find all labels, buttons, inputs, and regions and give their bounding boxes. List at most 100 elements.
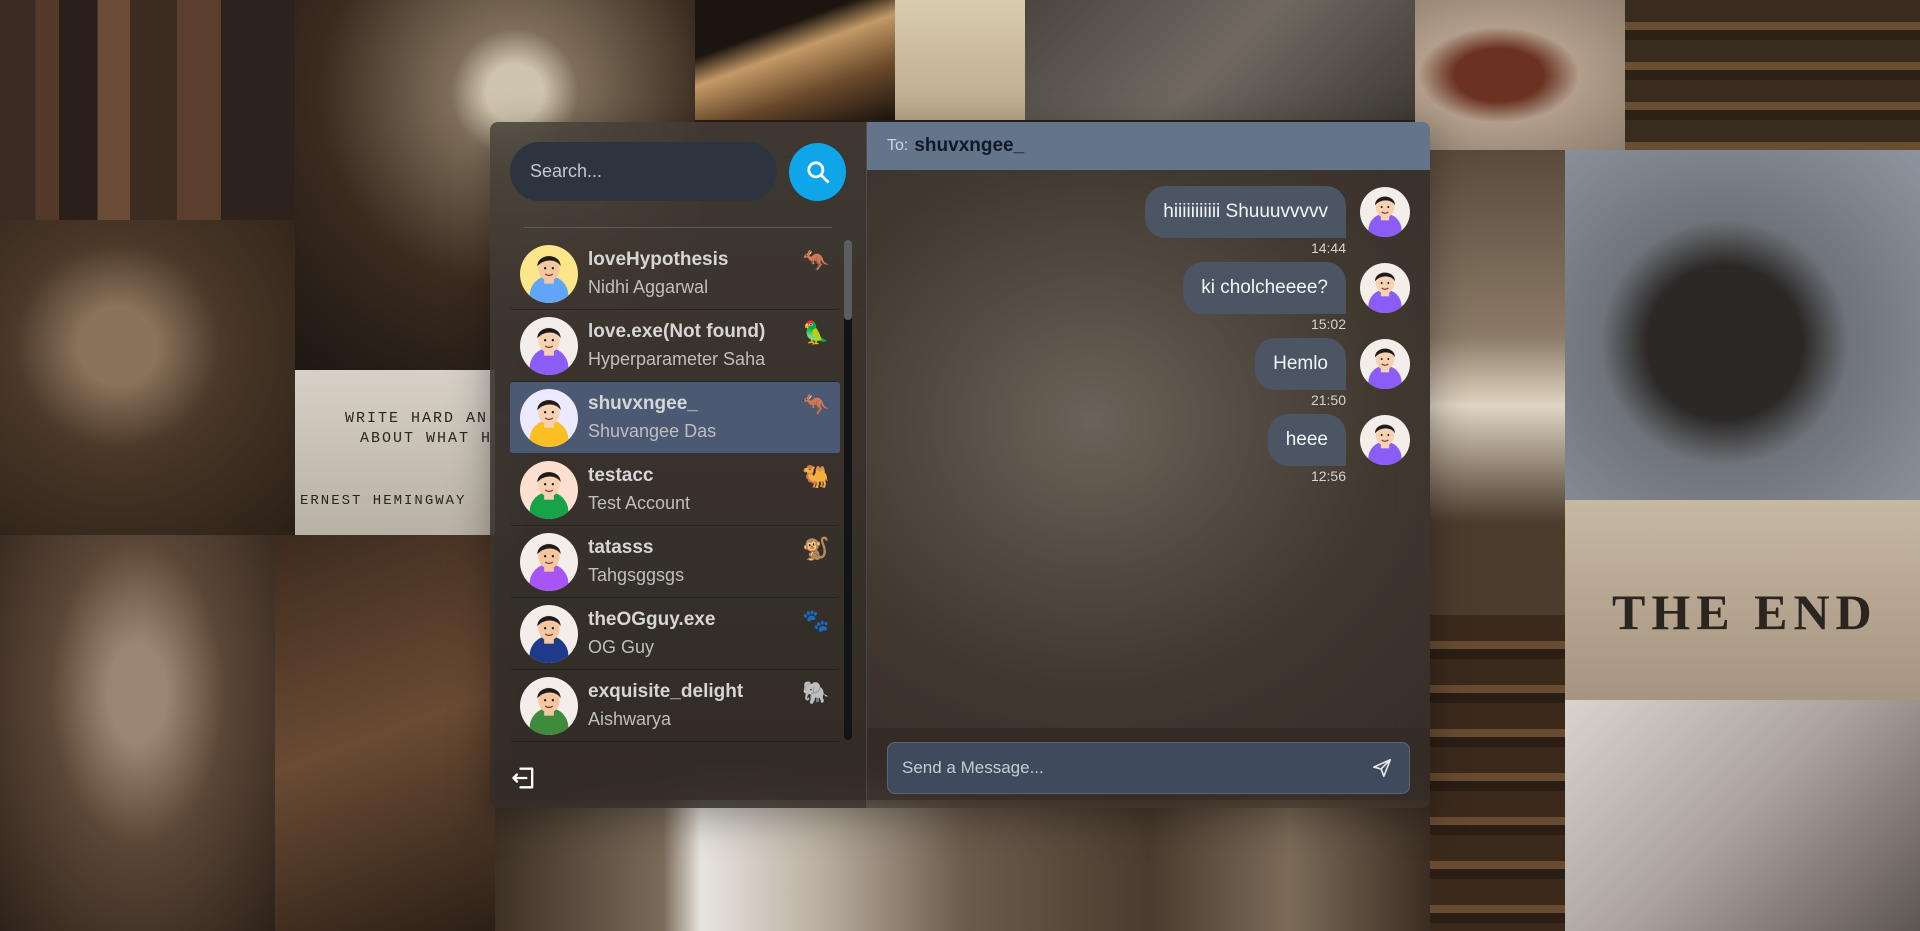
message: ki cholcheeee? 15:02 — [887, 262, 1410, 332]
bg-umbrella-tile — [1565, 150, 1920, 500]
animal-emoji-icon: 🐘 — [802, 680, 830, 705]
conversation-fullname: Nidhi Aggarwal — [588, 277, 709, 297]
search-input[interactable] — [510, 142, 777, 201]
conversation-names: testacc Test Account — [588, 465, 792, 514]
conversation-fullname: Test Account — [588, 493, 691, 513]
conversation-item[interactable]: love.exe(Not found) Hyperparameter Saha 🦜 — [510, 310, 840, 382]
send-button[interactable] — [1369, 755, 1395, 781]
conversation-fullname: Hyperparameter Saha — [588, 349, 766, 369]
avatar — [520, 244, 578, 303]
conversation-names: exquisite_delight Aishwarya — [588, 681, 792, 730]
avatar-icon — [529, 327, 569, 375]
conversation-list-wrapper: loveHypothesis Nidhi Aggarwal 🦘 love.exe(No… — [510, 238, 852, 758]
bg-open-book-tile — [1565, 700, 1920, 931]
messages-area: hiiiiiiiiiii Shuuuvvvvv 14:44 ki cholcheee… — [867, 170, 1430, 728]
bg-piano-tile — [695, 0, 895, 120]
sender-avatar-icon — [1368, 196, 1402, 237]
bg-shelves-tile — [1430, 615, 1565, 931]
conversation-username: shuvxngee_ — [588, 393, 698, 414]
conversation-item[interactable]: loveHypothesis Nidhi Aggarwal 🦘 — [510, 238, 840, 310]
bg-books-tile — [0, 0, 295, 220]
animal-emoji-icon: 🦜 — [802, 320, 830, 345]
animal-emoji-icon: 🐾 — [802, 608, 830, 633]
avatar — [520, 532, 578, 591]
bg-the-end-text: THE END — [1612, 584, 1878, 640]
sidebar: loveHypothesis Nidhi Aggarwal 🦘 love.exe(No… — [490, 122, 867, 808]
conversation-username: loveHypothesis — [588, 249, 729, 270]
message-bubble: heee — [1267, 414, 1346, 466]
conversation-names: theOGguy.exe OG Guy — [588, 609, 792, 658]
message-row: hiiiiiiiiiii Shuuuvvvvv — [1145, 186, 1410, 238]
avatar-icon — [529, 255, 569, 303]
bg-quote-author: ERNEST HEMINGWAY — [300, 493, 467, 509]
bg-typewriter-note-tile — [295, 370, 495, 535]
bg-staircase-tile — [1430, 150, 1565, 615]
conversation-item[interactable]: tatasss Tahgsggsgs 🐒 — [510, 526, 840, 598]
bg-violin-tile — [1415, 0, 1625, 150]
conversation-username: tatasss — [588, 537, 654, 558]
bg-reading-tile — [275, 535, 495, 931]
bg-coffee-tile — [0, 220, 295, 535]
animal-emoji-icon: 🦘 — [802, 248, 830, 273]
message-time: 21:50 — [1310, 392, 1346, 408]
conversation-username: love.exe(Not found) — [588, 321, 766, 342]
message-composer — [867, 728, 1430, 808]
conversation-fullname: Tahgsggsgs — [588, 565, 685, 585]
message-row: Hemlo — [1255, 338, 1410, 390]
conversation-item[interactable]: theOGguy.exe OG Guy 🐾 — [510, 598, 840, 670]
conversation-names: tatasss Tahgsggsgs — [588, 537, 792, 586]
bg-bookshelf-tile — [1625, 0, 1920, 150]
avatar-icon — [529, 399, 569, 447]
message: Hemlo 21:50 — [887, 338, 1410, 408]
avatar-icon — [529, 687, 569, 735]
sender-avatar — [1360, 415, 1410, 465]
avatar-icon — [529, 615, 569, 663]
bg-butterfly-tile — [895, 0, 1025, 120]
bg-bottom-strip-tile — [495, 800, 1430, 931]
avatar — [520, 604, 578, 663]
animal-emoji-icon: 🦘 — [802, 392, 830, 417]
bg-quote-line-1: WRITE HARD AN — [345, 410, 489, 427]
message-row: heee — [1267, 414, 1410, 466]
avatar — [520, 388, 578, 447]
composer-box — [887, 742, 1410, 794]
avatar-icon — [529, 543, 569, 591]
conversation-item[interactable]: exquisite_delight Aishwarya 🐘 — [510, 670, 840, 742]
send-icon — [1372, 758, 1392, 778]
message-input[interactable] — [902, 758, 1369, 778]
conversation-names: loveHypothesis Nidhi Aggarwal — [588, 249, 792, 298]
to-label: To: — [887, 137, 909, 154]
conversation-scrollbar[interactable] — [844, 240, 852, 740]
conversation-item[interactable]: shuvxngee_ Shuvangee Das 🦘 — [510, 382, 840, 454]
conversation-username: testacc — [588, 465, 654, 486]
message-time: 12:56 — [1310, 468, 1346, 484]
bg-quote-line-2: ABOUT WHAT H — [360, 430, 493, 447]
logout-icon — [512, 767, 534, 789]
message-row: ki cholcheeee? — [1183, 262, 1410, 314]
conversation-username: exquisite_delight — [588, 681, 744, 702]
message-bubble: Hemlo — [1255, 338, 1346, 390]
sender-avatar — [1360, 339, 1410, 389]
conversation-names: shuvxngee_ Shuvangee Das — [588, 393, 792, 442]
conversation-names: love.exe(Not found) Hyperparameter Saha — [588, 321, 792, 370]
avatar — [520, 316, 578, 375]
recipient-name: shuvxngee_ — [914, 135, 1025, 156]
search-row — [510, 142, 846, 201]
message-time: 14:44 — [1310, 240, 1346, 256]
chat-pane: To: shuvxngee_ hiiiiiiiiiii Shuuuvvvvv 14… — [867, 122, 1430, 808]
conversation-list: loveHypothesis Nidhi Aggarwal 🦘 love.exe(No… — [510, 238, 846, 758]
message: hiiiiiiiiiii Shuuuvvvvv 14:44 — [887, 186, 1410, 256]
sender-avatar — [1360, 263, 1410, 313]
conversation-item[interactable]: testacc Test Account 🐫 — [510, 454, 840, 526]
chat-header: To: shuvxngee_ — [867, 122, 1430, 170]
search-icon — [806, 160, 829, 183]
avatar-icon — [529, 471, 569, 519]
message-time: 15:02 — [1310, 316, 1346, 332]
logout-button[interactable] — [510, 764, 538, 792]
sender-avatar-icon — [1368, 424, 1402, 465]
search-button[interactable] — [789, 142, 846, 201]
bg-cathedral-tile — [0, 535, 275, 931]
avatar — [520, 460, 578, 519]
scrollbar-thumb[interactable] — [844, 240, 852, 320]
bg-bicycle-tile — [1025, 0, 1415, 120]
